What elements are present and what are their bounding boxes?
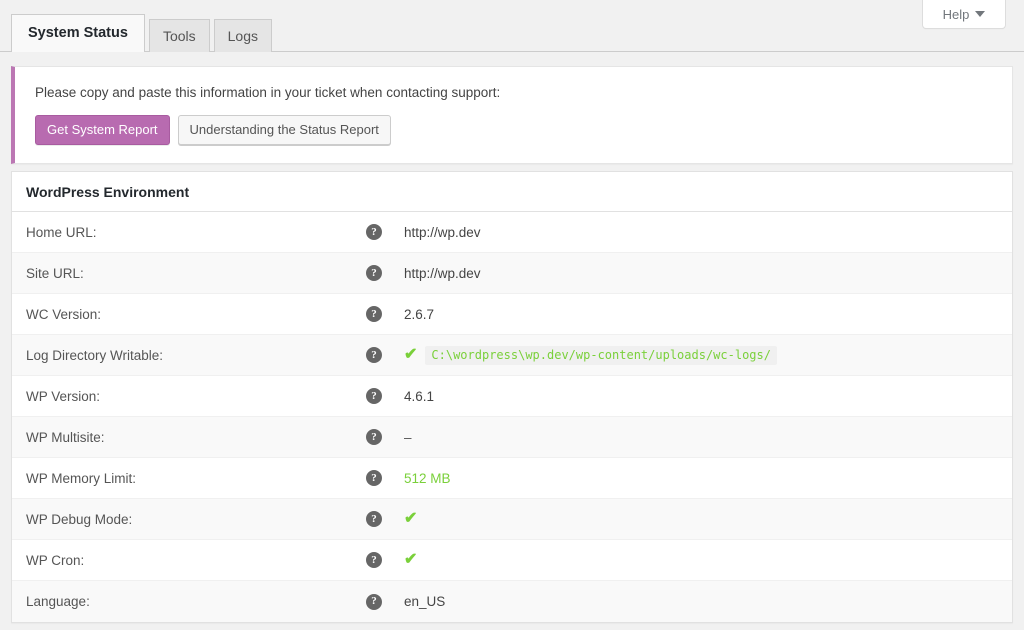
row-value: en_US [404, 594, 998, 609]
help-button[interactable]: Help [922, 0, 1006, 29]
tab-system-status-label: System Status [28, 26, 128, 41]
check-icon: ✔ [404, 511, 417, 527]
row-value: http://wp.dev [404, 266, 998, 281]
row-help-cell: ? [366, 429, 404, 445]
help-tip-icon[interactable]: ? [366, 306, 382, 322]
help-tip-icon[interactable]: ? [366, 347, 382, 363]
tab-tools-label: Tools [163, 29, 196, 43]
row-label: WP Memory Limit: [26, 471, 366, 486]
wordpress-environment-table: WordPress Environment Home URL:? http://w… [11, 171, 1013, 623]
row-value-text: en_US [404, 594, 445, 609]
support-notice: Please copy and paste this information i… [11, 66, 1013, 164]
table-body: Home URL:? http://wp.dev Site URL:? http://… [12, 212, 1012, 622]
table-row: Language:? en_US [12, 581, 1012, 622]
tab-bar: System Status Tools Logs [11, 14, 276, 52]
row-value-text: 4.6.1 [404, 389, 434, 404]
row-help-cell: ? [366, 388, 404, 404]
row-value: 2.6.7 [404, 307, 998, 322]
table-row: WC Version:? 2.6.7 [12, 294, 1012, 335]
tab-logs-label: Logs [228, 29, 258, 43]
row-value-text: 2.6.7 [404, 307, 434, 322]
table-row: Home URL:? http://wp.dev [12, 212, 1012, 253]
row-label: Log Directory Writable: [26, 348, 366, 363]
row-label: Site URL: [26, 266, 366, 281]
row-label: WP Cron: [26, 553, 366, 568]
row-value: – [404, 430, 998, 445]
table-header: WordPress Environment [12, 172, 1012, 212]
table-row: WP Cron:? ✔ [12, 540, 1012, 581]
tab-logs[interactable]: Logs [214, 19, 272, 52]
help-tip-icon[interactable]: ? [366, 552, 382, 568]
row-value: ✔ [404, 552, 998, 568]
row-value-text: http://wp.dev [404, 266, 481, 281]
table-row: Log Directory Writable:? ✔ C:\wordpress\wp… [12, 335, 1012, 376]
row-value-text: 512 MB [404, 471, 451, 486]
tab-system-status[interactable]: System Status [11, 14, 145, 52]
row-value: http://wp.dev [404, 225, 998, 240]
row-label: WC Version: [26, 307, 366, 322]
row-help-cell: ? [366, 306, 404, 322]
row-help-cell: ? [366, 224, 404, 240]
row-label: WP Debug Mode: [26, 512, 366, 527]
row-label: Home URL: [26, 225, 366, 240]
row-value: ✔ [404, 511, 998, 527]
support-notice-text: Please copy and paste this information i… [35, 84, 1000, 103]
row-value: 512 MB [404, 471, 998, 486]
table-row: WP Memory Limit:? 512 MB [12, 458, 1012, 499]
table-row: WP Multisite:? – [12, 417, 1012, 458]
help-tip-icon[interactable]: ? [366, 594, 382, 610]
row-help-cell: ? [366, 511, 404, 527]
help-tip-icon[interactable]: ? [366, 429, 382, 445]
table-row: WP Version:? 4.6.1 [12, 376, 1012, 417]
help-tip-icon[interactable]: ? [366, 265, 382, 281]
help-button-label: Help [943, 8, 970, 21]
row-help-cell: ? [366, 470, 404, 486]
log-directory-path: C:\wordpress\wp.dev/wp-content/uploads/w… [425, 346, 777, 365]
table-row: Site URL:? http://wp.dev [12, 253, 1012, 294]
help-tip-icon[interactable]: ? [366, 224, 382, 240]
row-label: WP Version: [26, 389, 366, 404]
table-title: WordPress Environment [26, 184, 189, 200]
tab-tools[interactable]: Tools [149, 19, 210, 52]
row-help-cell: ? [366, 594, 404, 610]
chevron-down-icon [975, 11, 985, 17]
get-system-report-button[interactable]: Get System Report [35, 115, 170, 146]
help-tip-icon[interactable]: ? [366, 511, 382, 527]
check-icon: ✔ [404, 347, 417, 363]
table-row: WP Debug Mode:? ✔ [12, 499, 1012, 540]
understanding-status-report-button[interactable]: Understanding the Status Report [178, 115, 391, 146]
row-value-text: http://wp.dev [404, 225, 481, 240]
notice-button-group: Get System Report Understanding the Stat… [35, 115, 1000, 146]
row-help-cell: ? [366, 552, 404, 568]
row-label: Language: [26, 594, 366, 609]
check-icon: ✔ [404, 552, 417, 568]
help-tip-icon[interactable]: ? [366, 388, 382, 404]
row-value: ✔ C:\wordpress\wp.dev/wp-content/uploads/… [404, 346, 998, 365]
row-value-text: – [404, 430, 412, 445]
row-help-cell: ? [366, 265, 404, 281]
row-help-cell: ? [366, 347, 404, 363]
help-tip-icon[interactable]: ? [366, 470, 382, 486]
row-label: WP Multisite: [26, 430, 366, 445]
row-value: 4.6.1 [404, 389, 998, 404]
